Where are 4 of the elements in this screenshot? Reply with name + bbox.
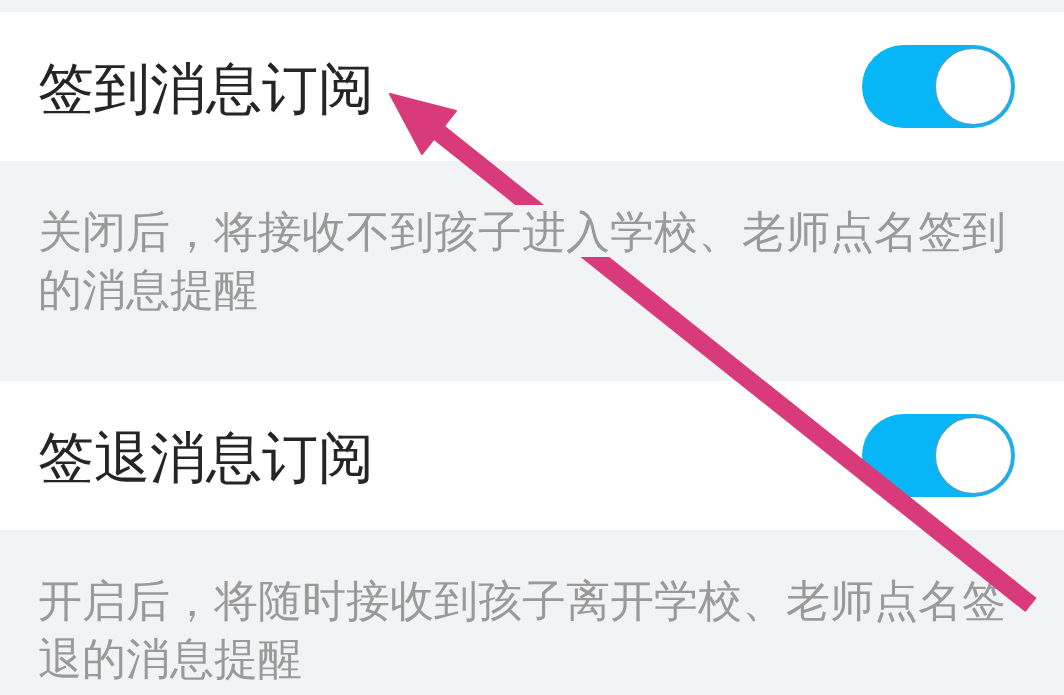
setting-description: 关闭后，将接收不到孩子进入学校、老师点名签到的消息提醒 [38,206,1007,317]
setting-title: 签退消息订阅 [38,423,374,492]
setting-title: 签到消息订阅 [38,54,374,123]
setting-description: 开启后，将随时接收到孩子离开学校、老师点名签退的消息提醒 [38,575,1007,686]
